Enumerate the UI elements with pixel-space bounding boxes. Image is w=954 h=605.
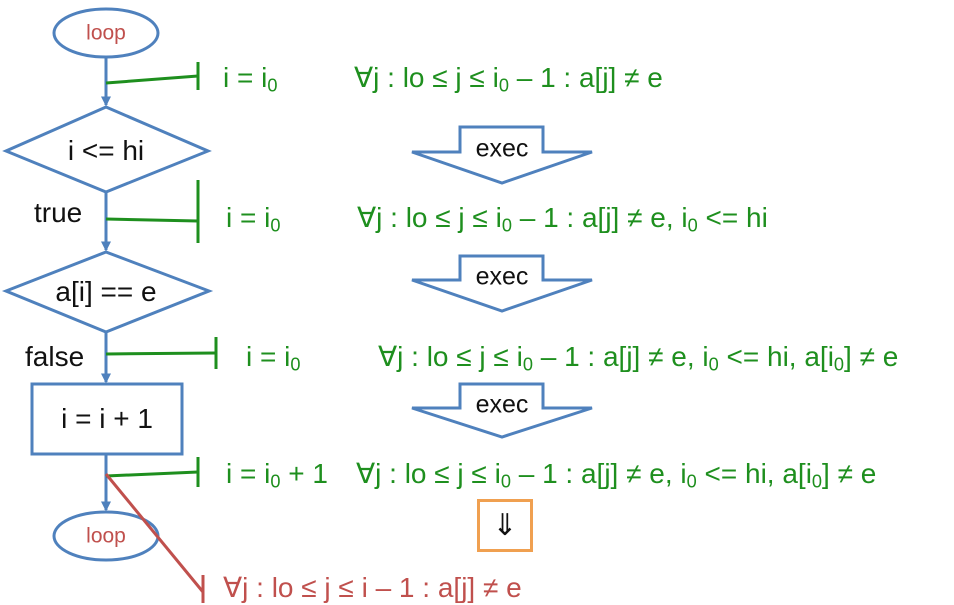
- assignment-2-prefix: i = i: [226, 202, 271, 233]
- invariant-3-segment-1: ∀j : lo ≤ j ≤ i: [378, 341, 523, 372]
- invariant-1: ∀j : lo ≤ j ≤ i0 – 1 : a[j] ≠ e: [354, 62, 663, 95]
- invariant-3-subscript-2: 0: [708, 354, 719, 375]
- assignment-4-suffix: + 1: [280, 458, 328, 489]
- invariant-2-subscript-2: 0: [687, 215, 698, 236]
- invariant-2-segment-1: ∀j : lo ≤ j ≤ i: [357, 202, 502, 233]
- exec-label-2: exec: [475, 262, 529, 291]
- invariant-2-segment-2: – 1 : a[j] ≠ e, i: [511, 202, 688, 233]
- assignment-2: i = i0: [226, 202, 280, 235]
- invariant-3-subscript-1: 0: [522, 354, 533, 375]
- assertion-connector-2: [105, 217, 199, 223]
- invariant-4: ∀j : lo ≤ j ≤ i0 – 1 : a[j] ≠ e, i0 <= h…: [356, 458, 877, 491]
- assignment-3-subscript: 0: [290, 354, 301, 375]
- invariant-4-segment-4: ] ≠ e: [822, 458, 877, 489]
- assignment-4-prefix: i = i: [226, 458, 271, 489]
- assignment-3: i = i0: [246, 341, 300, 374]
- invariant-3: ∀j : lo ≤ j ≤ i0 – 1 : a[j] ≠ e, i0 <= h…: [378, 341, 899, 374]
- invariant-1-subscript-1: 0: [498, 75, 509, 96]
- assignment-1-subscript: 0: [267, 75, 278, 96]
- assertion-connector-3: [105, 351, 217, 356]
- invariant-4-segment-2: – 1 : a[j] ≠ e, i: [510, 458, 687, 489]
- invariant-2: ∀j : lo ≤ j ≤ i0 – 1 : a[j] ≠ e, i0 <= h…: [357, 202, 768, 235]
- implies-arrow-icon: ⇓: [492, 508, 518, 543]
- invariant-3-segment-4: ] ≠ e: [844, 341, 899, 372]
- assertion-connector-1: [105, 74, 199, 85]
- condition-i-le-hi-label: i <= hi: [67, 135, 145, 166]
- exec-label-1: exec: [475, 134, 529, 163]
- loop-invariant-diagram: loop i <= hi true a[i] == e false i = i …: [0, 0, 954, 605]
- assignment-2-subscript: 0: [270, 215, 281, 236]
- invariant-3-segment-3: <= hi, a[i: [718, 341, 834, 372]
- assignment-3-prefix: i = i: [246, 341, 291, 372]
- invariant-3-subscript-3: 0: [833, 354, 845, 375]
- false-branch-label: false: [25, 341, 85, 372]
- invariant-3-segment-2: – 1 : a[j] ≠ e, i: [532, 341, 709, 372]
- increment-label: i = i + 1: [61, 403, 153, 434]
- assignment-1-prefix: i = i: [223, 62, 268, 93]
- invariant-1-segment-1: ∀j : lo ≤ j ≤ i: [354, 62, 499, 93]
- loop-end-label: loop: [86, 524, 126, 548]
- assignment-4: i = i0 + 1: [226, 458, 328, 491]
- loop-start-label: loop: [86, 21, 126, 45]
- assignment-1: i = i0: [223, 62, 277, 95]
- exec-label-3: exec: [475, 390, 529, 419]
- invariant-1-segment-2: – 1 : a[j] ≠ e: [508, 62, 663, 93]
- assertion-connector-4: [105, 470, 199, 478]
- invariant-4-subscript-2: 0: [686, 471, 697, 492]
- invariant-4-subscript-3: 0: [811, 471, 823, 492]
- invariant-2-segment-3: <= hi: [697, 202, 768, 233]
- invariant-2-subscript-1: 0: [501, 215, 512, 236]
- final-invariant: ∀j : lo ≤ j ≤ i – 1 : a[j] ≠ e: [223, 572, 522, 603]
- invariant-4-segment-1: ∀j : lo ≤ j ≤ i: [356, 458, 501, 489]
- invariant-4-subscript-1: 0: [500, 471, 511, 492]
- assignment-4-subscript: 0: [270, 471, 281, 492]
- condition-ai-eq-e-label: a[i] == e: [55, 276, 157, 307]
- invariant-4-segment-3: <= hi, a[i: [696, 458, 812, 489]
- true-branch-label: true: [34, 197, 83, 228]
